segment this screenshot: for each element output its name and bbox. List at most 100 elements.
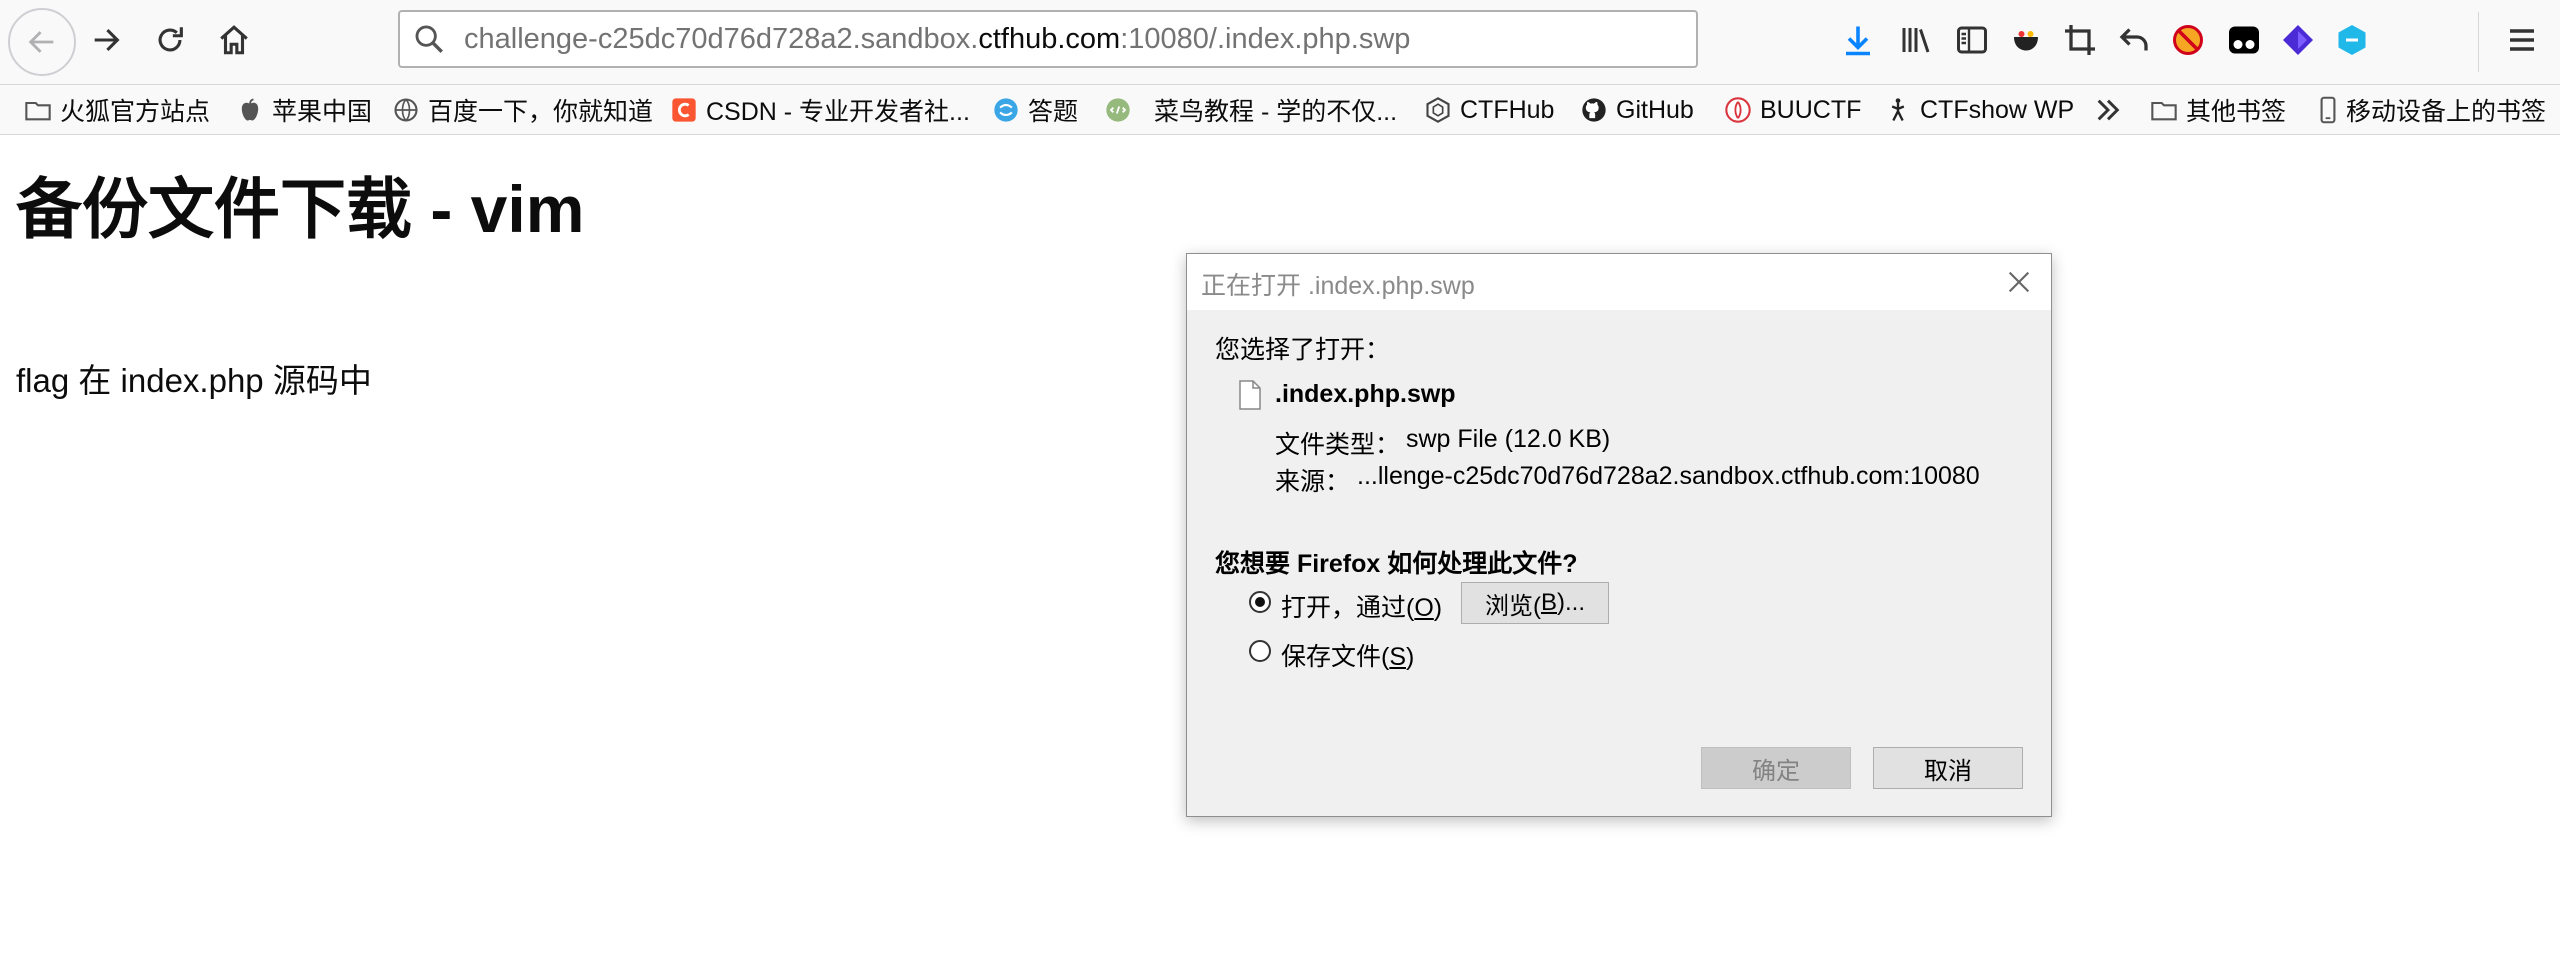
file-name: .index.php.swp	[1275, 380, 1456, 408]
extension-button-2[interactable]	[2274, 16, 2322, 64]
dialog-title: 正在打开 .index.php.swp	[1201, 272, 1475, 300]
source-value: ...llenge-c25dc70d76d728a2.sandbox.ctfhu…	[1357, 462, 1980, 490]
forward-button[interactable]	[74, 8, 138, 72]
url-bar[interactable]: challenge-c25dc70d76d728a2.sandbox.ctfhu…	[398, 10, 1698, 68]
toolbar-separator	[2478, 12, 2479, 72]
bookmark-csdn[interactable]: CSDN - 专业开发者社...	[670, 91, 970, 129]
bookmarks-overflow-button[interactable]	[2092, 91, 2132, 129]
extension-cube-icon	[2338, 25, 2366, 55]
cancel-button[interactable]: 取消	[1873, 747, 2023, 789]
menu-icon	[2510, 29, 2534, 51]
undo-button[interactable]	[2110, 16, 2158, 64]
bookmark-label: 火狐官方站点	[60, 98, 211, 126]
bookmark-other[interactable]: 其他书签	[2150, 91, 2286, 129]
save-file-radio[interactable]	[1249, 640, 1271, 662]
blocker-button[interactable]	[2164, 16, 2212, 64]
bookmark-ctfhub[interactable]: CTFHub	[1424, 91, 1554, 129]
undo-icon	[2119, 28, 2148, 51]
bookmark-label: 答题	[1028, 98, 1079, 126]
bookmark-baidu[interactable]: 百度一下，你就知道	[392, 91, 653, 129]
extension-diamond-icon	[2283, 25, 2313, 55]
tampermonkey-button[interactable]	[2220, 16, 2268, 64]
bookmark-apple-china[interactable]: 苹果中国	[236, 91, 372, 129]
back-button[interactable]	[8, 8, 76, 76]
extension-button-1[interactable]	[2002, 16, 2050, 64]
library-icon	[1902, 28, 1930, 53]
reload-icon	[158, 27, 183, 52]
file-icon	[1239, 380, 1261, 410]
reload-button[interactable]	[138, 8, 202, 72]
bookmark-label: 菜鸟教程 - 学的不仅...	[1154, 98, 1398, 126]
bookmark-label: 其他书签	[2186, 98, 2287, 126]
url-domain: ctfhub.com	[978, 22, 1121, 55]
dialog-titlebar[interactable]: 正在打开 .index.php.swp	[1187, 254, 2051, 310]
globe-icon	[394, 98, 418, 122]
bookmark-label: 移动设备上的书签	[2346, 98, 2547, 126]
sidebar-button[interactable]	[1948, 16, 1996, 64]
forward-arrow-icon	[94, 28, 120, 52]
csdn-icon	[672, 98, 696, 122]
tampermonkey-icon	[2229, 26, 2259, 54]
save-file-paren: )	[1406, 643, 1415, 671]
chosen-label: 您选择了打开：	[1215, 336, 1391, 364]
extension-button-3[interactable]	[2328, 16, 2376, 64]
browse-text: 浏览(	[1484, 592, 1541, 620]
open-with-label[interactable]: 打开，通过(O)	[1281, 588, 1442, 624]
close-icon[interactable]	[2005, 268, 2033, 296]
ok-button[interactable]: 确定	[1701, 747, 1851, 789]
mobile-icon	[2320, 96, 2336, 124]
download-button[interactable]	[1834, 16, 1882, 64]
sidebar-icon	[1957, 26, 1987, 54]
answer-icon	[994, 98, 1018, 122]
file-type-value: swp File (12.0 KB)	[1406, 425, 1611, 453]
url-suffix: :10080/.index.php.swp	[1120, 22, 1411, 55]
bookmark-ctfshow[interactable]: CTFshow WP	[1884, 91, 2074, 129]
chevron-double-right-icon	[2097, 99, 2120, 121]
save-file-accesskey: S	[1389, 643, 1407, 671]
handling-question: 您想要 Firefox 如何处理此文件?	[1215, 550, 1578, 578]
source-label: 来源：	[1275, 468, 1351, 496]
bookmark-buuctf[interactable]: BUUCTF	[1724, 91, 1861, 129]
file-type-label: 文件类型：	[1275, 431, 1401, 459]
extension-icon	[2014, 31, 2038, 51]
url-text[interactable]: challenge-c25dc70d76d728a2.sandbox.ctfhu…	[464, 23, 1410, 56]
bookmark-firefox-official[interactable]: 火狐官方站点	[24, 91, 210, 129]
buuctf-icon	[1725, 97, 1751, 123]
open-with-radio[interactable]	[1249, 591, 1271, 613]
back-arrow-icon	[28, 31, 54, 53]
page-title: 备份文件下载 - vim	[16, 172, 585, 246]
apple-icon	[241, 98, 259, 121]
url-prefix: challenge-c25dc70d76d728a2.sandbox.	[464, 22, 979, 55]
page-hint-text: flag 在 index.php 源码中	[16, 362, 372, 399]
bookmark-runoob[interactable]: 菜鸟教程 - 学的不仅...	[1104, 91, 1397, 129]
folder-icon	[25, 101, 51, 121]
github-icon	[1582, 98, 1606, 122]
bookmark-label: GitHub	[1616, 95, 1694, 124]
save-file-label[interactable]: 保存文件(S)	[1281, 637, 1414, 673]
runoob-icon	[1106, 98, 1130, 122]
search-icon	[415, 25, 443, 53]
bookmark-label: CSDN - 专业开发者社...	[706, 98, 970, 126]
folder-icon	[2151, 101, 2177, 121]
save-file-text: 保存文件(	[1281, 643, 1390, 671]
browse-button[interactable]: 浏览(B)...	[1461, 582, 1609, 624]
bookmark-github[interactable]: GitHub	[1580, 91, 1694, 129]
bookmark-answer[interactable]: 答题	[992, 91, 1078, 129]
download-dialog: 正在打开 .index.php.swp 您选择了打开： .index.php.s…	[1186, 253, 2052, 817]
browse-suffix: )...	[1557, 589, 1585, 616]
bookmarks-toolbar: 火狐官方站点 苹果中国 百度一下，你就知道 CSDN - 专业开发者社... 答…	[0, 85, 2560, 135]
bookmark-label: 苹果中国	[272, 98, 373, 126]
open-with-text: 打开，通过(	[1281, 594, 1415, 622]
bookmark-label: BUUCTF	[1760, 95, 1862, 124]
library-button[interactable]	[1892, 16, 1940, 64]
menu-button[interactable]	[2498, 16, 2546, 64]
screenshot-button[interactable]	[2056, 16, 2104, 64]
blocker-icon	[2173, 25, 2203, 55]
browser-toolbar: challenge-c25dc70d76d728a2.sandbox.ctfhu…	[0, 0, 2560, 85]
bookmark-label: CTFshow WP	[1920, 95, 2075, 124]
ctfhub-icon	[1426, 97, 1450, 123]
bookmark-mobile[interactable]: 移动设备上的书签	[2318, 91, 2546, 129]
bookmark-label: 百度一下，你就知道	[428, 98, 654, 126]
home-button[interactable]	[202, 8, 266, 72]
open-with-paren: )	[1433, 594, 1443, 622]
